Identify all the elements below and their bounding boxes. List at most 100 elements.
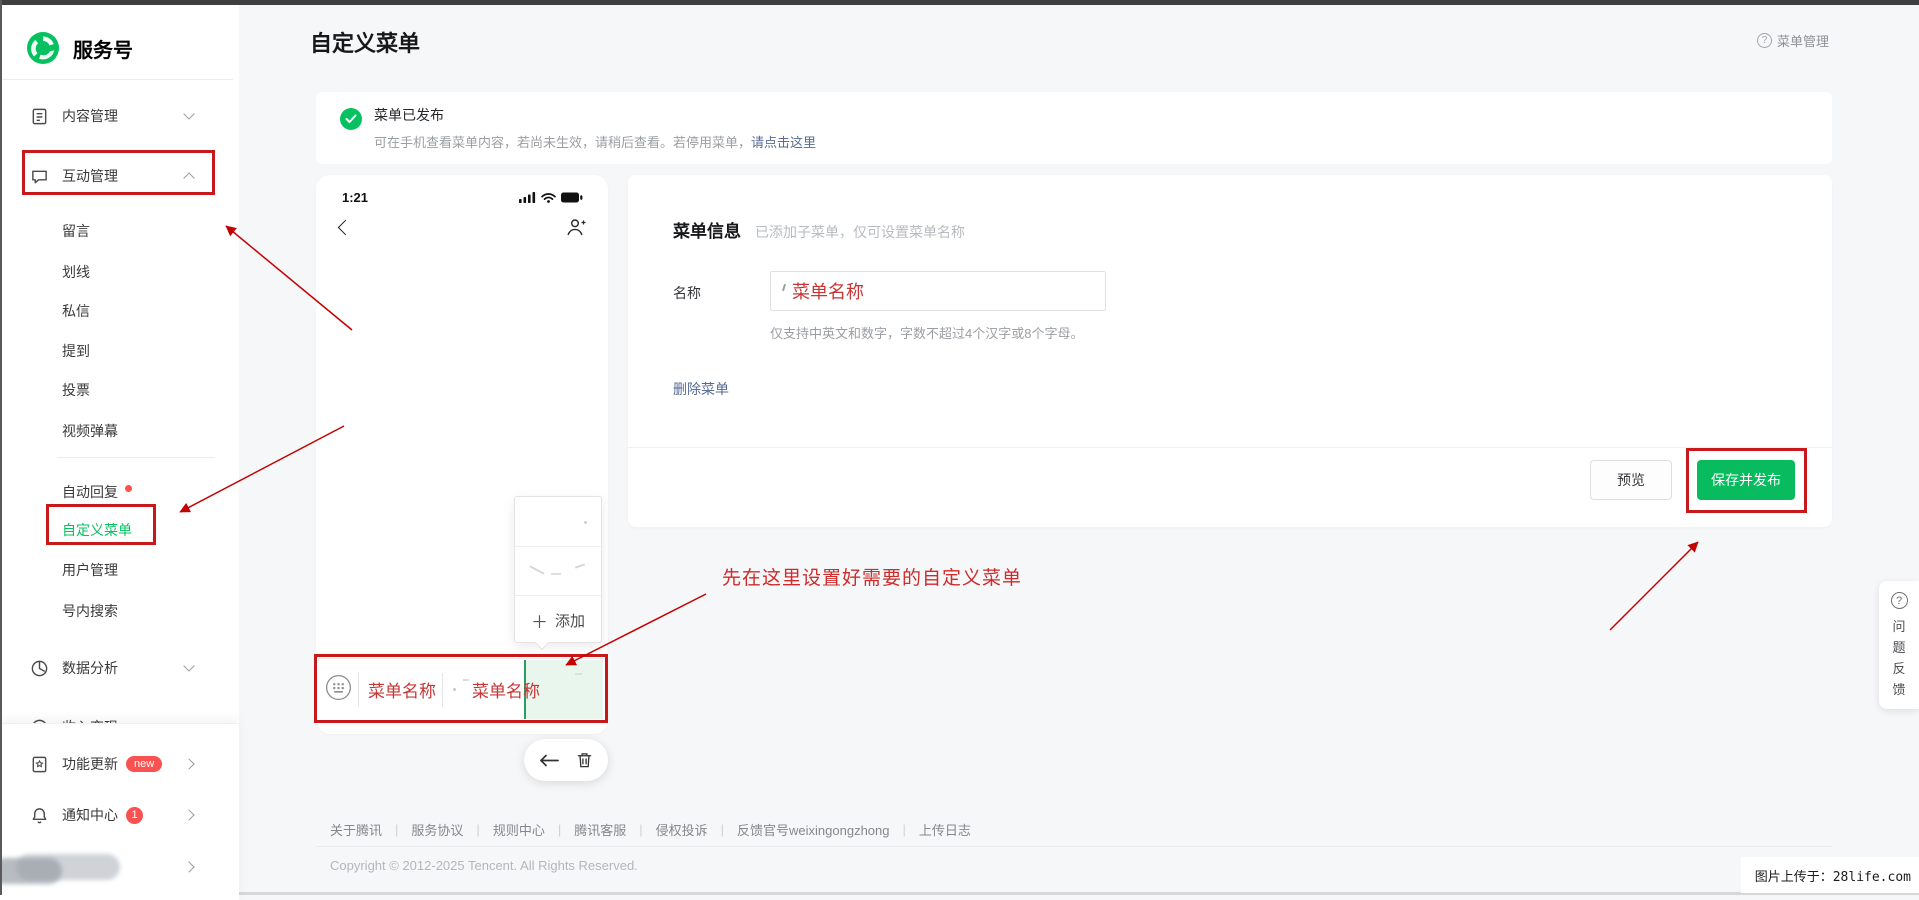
menu-name-input[interactable]: 菜单名称 bbox=[770, 271, 1106, 311]
footer-link-about[interactable]: 关于腾讯 bbox=[330, 820, 382, 839]
keyboard-icon[interactable] bbox=[325, 674, 352, 706]
redacted-scribble bbox=[529, 565, 545, 575]
menu-divider bbox=[442, 672, 443, 707]
sidebar-item-votes[interactable]: 投票 bbox=[0, 375, 239, 405]
preview-button[interactable]: 预览 bbox=[1590, 460, 1672, 500]
question-circle-icon: ? bbox=[1756, 33, 1772, 48]
plus-icon: ＋ bbox=[530, 612, 548, 632]
popup-row-redacted-2[interactable] bbox=[515, 546, 601, 595]
back-chevron-icon[interactable] bbox=[337, 219, 354, 236]
sidebar-item-label: 私信 bbox=[62, 303, 90, 319]
chevron-right-icon bbox=[183, 809, 195, 821]
footer-separator: | bbox=[395, 822, 399, 837]
redacted-mark bbox=[781, 283, 787, 292]
sidebar-item-content-mgmt[interactable]: 内容管理 bbox=[0, 101, 239, 131]
sidebar-item-video-danmu[interactable]: 视频弹幕 bbox=[0, 416, 239, 446]
phone-clock: 1:21 bbox=[342, 190, 369, 205]
footer-separator: | bbox=[476, 822, 480, 837]
sidebar-item-label: 互动管理 bbox=[62, 168, 118, 184]
publish-status-banner: 菜单已发布 可在手机查看菜单内容，若尚未生效，请稍后查看。若停用菜单，请点击这里 bbox=[316, 92, 1832, 164]
sidebar-item-auto-reply[interactable]: 自动回复 bbox=[0, 477, 239, 507]
footer-link-support[interactable]: 腾讯客服 bbox=[574, 820, 626, 839]
bell-icon bbox=[32, 807, 47, 823]
footer-separator: | bbox=[720, 822, 725, 837]
sidebar-item-interact-mgmt[interactable]: 互动管理 bbox=[0, 161, 239, 191]
redacted-mark bbox=[584, 521, 587, 524]
battery-icon bbox=[561, 192, 583, 203]
banner-desc-text: 可在手机查看菜单内容，若尚未生效，请稍后查看。若停用菜单， bbox=[374, 135, 752, 150]
redacted-scribble bbox=[551, 573, 561, 575]
chevron-down-icon bbox=[183, 660, 195, 672]
sidebar-item-data-analysis[interactable]: 数据分析 bbox=[0, 653, 239, 683]
popup-row-redacted-1[interactable] bbox=[515, 497, 601, 546]
footer-separator: | bbox=[639, 822, 643, 837]
logo-label: 服务号 bbox=[73, 39, 133, 62]
trash-button[interactable] bbox=[576, 751, 593, 769]
chevron-down-icon bbox=[183, 108, 195, 120]
menu-name-value: 菜单名称 bbox=[792, 282, 864, 303]
popup-add-button[interactable]: ＋ 添加 bbox=[515, 595, 601, 644]
sidebar-item-label: 数据分析 bbox=[62, 660, 118, 676]
disable-menu-link[interactable]: 请点击这里 bbox=[751, 135, 816, 150]
sidebar-item-underline[interactable]: 划线 bbox=[0, 257, 239, 287]
redacted-scribble bbox=[574, 563, 586, 569]
document-icon bbox=[32, 108, 47, 124]
page-title: 自定义菜单 bbox=[310, 31, 421, 56]
chevron-up-icon bbox=[183, 172, 195, 184]
banner-description: 可在手机查看菜单内容，若尚未生效，请稍后查看。若停用菜单，请点击这里 bbox=[374, 132, 816, 151]
sidebar-item-messages[interactable]: 留言 bbox=[0, 216, 239, 246]
footer-links: 关于腾讯 | 服务协议 | 规则中心 | 腾讯客服 | 侵权投诉 | 反馈官号w… bbox=[330, 820, 971, 839]
sidebar-item-mentions[interactable]: 提到 bbox=[0, 336, 239, 366]
sidebar-item-notify-center[interactable]: 通知中心 1 bbox=[0, 800, 239, 830]
copyright-text: Copyright © 2012-2025 Tencent. All Right… bbox=[330, 858, 638, 873]
sidebar-item-label: 功能更新 bbox=[62, 756, 118, 772]
footer-link-rules[interactable]: 规则中心 bbox=[493, 820, 545, 839]
divider bbox=[0, 79, 233, 80]
footer-separator: | bbox=[902, 822, 906, 837]
card-divider bbox=[628, 447, 1832, 448]
sidebar-item-label: 投票 bbox=[62, 382, 90, 398]
sidebar-item-private-msg[interactable]: 私信 bbox=[0, 296, 239, 326]
phone-status-icons bbox=[519, 192, 583, 203]
menu-info-card: 菜单信息 已添加子菜单，仅可设置菜单名称 名称 菜单名称 仅支持中英文和数字，字… bbox=[628, 175, 1832, 527]
footer-link-upload-log[interactable]: 上传日志 bbox=[919, 820, 971, 839]
footer-separator: | bbox=[557, 822, 562, 837]
sidebar-item-label: 视频弹幕 bbox=[62, 423, 118, 439]
add-label: 添加 bbox=[554, 612, 585, 630]
sidebar-item-custom-menu[interactable]: 自定义菜单 bbox=[0, 515, 239, 545]
sidebar-item-label: 划线 bbox=[62, 264, 90, 280]
footer-link-terms[interactable]: 服务协议 bbox=[411, 820, 463, 839]
sidebar-item-account-search[interactable]: 号内搜索 bbox=[0, 596, 239, 626]
menu-management-help[interactable]: ? 菜单管理 bbox=[1756, 31, 1829, 50]
notification-count-badge: 1 bbox=[126, 806, 143, 824]
footer-divider bbox=[316, 846, 1832, 847]
notification-dot bbox=[125, 484, 132, 492]
banner-title: 菜单已发布 bbox=[374, 107, 444, 123]
sidebar-item-user-mgmt[interactable]: 用户管理 bbox=[0, 555, 239, 585]
book-star-icon bbox=[32, 756, 47, 772]
delete-menu-link[interactable]: 删除菜单 bbox=[673, 379, 729, 399]
menu-item-1[interactable]: 菜单名称 bbox=[368, 677, 436, 702]
contact-person-icon[interactable] bbox=[565, 217, 586, 242]
footer-link-feedback-account[interactable]: 反馈官号weixingongzhong bbox=[737, 820, 889, 839]
success-check-icon bbox=[340, 108, 362, 130]
chevron-right-icon bbox=[183, 758, 195, 770]
save-publish-button[interactable]: 保存并发布 bbox=[1697, 460, 1795, 500]
menu-item-2[interactable]: 菜单名称 bbox=[472, 677, 540, 702]
sidebar-item-label: 用户管理 bbox=[62, 562, 118, 578]
name-hint: 仅支持中英文和数字，字数不超过4个汉字或8个字母。 bbox=[770, 326, 1084, 341]
undo-delete-pill bbox=[524, 739, 608, 781]
feedback-widget[interactable]: ? 问题反馈 bbox=[1879, 581, 1919, 709]
service-account-logo-icon bbox=[27, 32, 59, 64]
help-label: 菜单管理 bbox=[1776, 34, 1829, 49]
sidebar-item-feature-update[interactable]: 功能更新 new bbox=[0, 749, 239, 779]
annotation-tip-text: 先在这里设置好需要的自定义菜单 bbox=[722, 567, 1023, 589]
sidebar-item-label: 号内搜索 bbox=[62, 603, 118, 619]
sidebar-item-label: 通知中心 bbox=[62, 807, 118, 823]
app-window: 自定义菜单 ? 菜单管理 菜单已发布 可在手机查看菜单内容，若尚未生效，请稍后查… bbox=[0, 0, 1919, 900]
footer-link-report[interactable]: 侵权投诉 bbox=[656, 820, 708, 839]
menu-info-title: 菜单信息 bbox=[673, 222, 741, 241]
undo-arrow-button[interactable] bbox=[539, 753, 559, 768]
wifi-icon bbox=[541, 193, 556, 203]
menu-info-subtitle: 已添加子菜单，仅可设置菜单名称 bbox=[755, 224, 965, 240]
